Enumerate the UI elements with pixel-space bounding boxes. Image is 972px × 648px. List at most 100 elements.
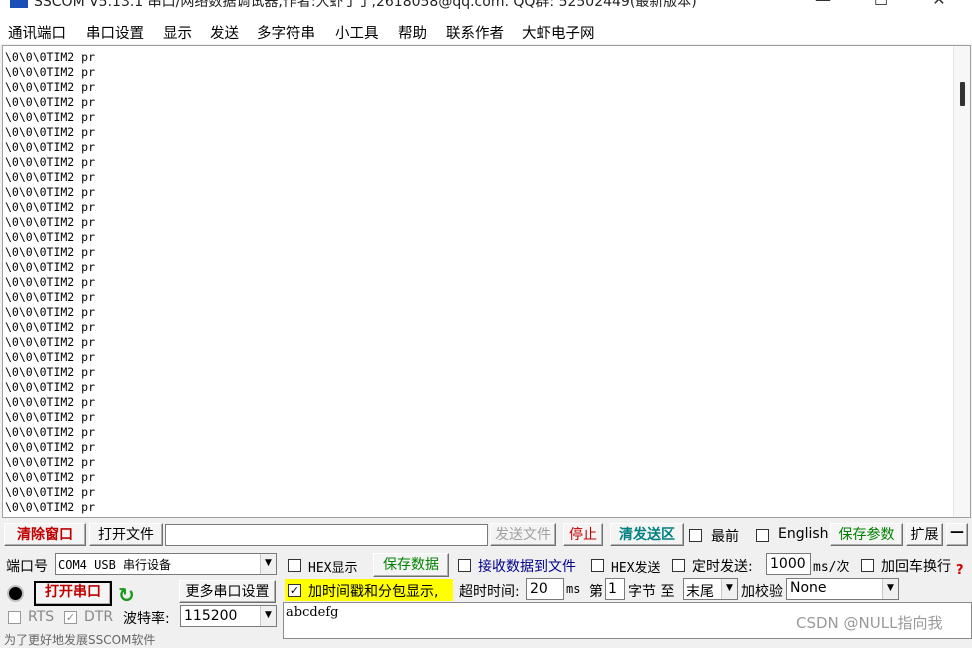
dtr-checkbox[interactable]: ✓ bbox=[64, 611, 77, 624]
end-select[interactable]: 末尾 ▼ bbox=[683, 578, 738, 600]
checksum-label: 加校验 bbox=[741, 584, 783, 600]
receive-line: \0\0\0TIM2 pr bbox=[5, 350, 96, 364]
send-file-button[interactable]: 发送文件 bbox=[490, 523, 556, 546]
receive-line: \0\0\0TIM2 pr bbox=[5, 470, 96, 484]
front-checkbox[interactable] bbox=[689, 529, 702, 542]
more-settings-button[interactable]: 更多串口设置 bbox=[179, 580, 276, 603]
receive-line: \0\0\0TIM2 pr bbox=[5, 110, 96, 124]
open-file-button[interactable]: 打开文件 bbox=[89, 523, 163, 546]
checksum-value: None bbox=[790, 580, 827, 596]
port-value: COM4 USB 串行设备 bbox=[58, 558, 172, 572]
hex-send-checkbox[interactable] bbox=[591, 559, 604, 572]
menu-contact-author[interactable]: 联系作者 bbox=[446, 22, 504, 43]
chevron-down-icon: ▼ bbox=[260, 606, 276, 626]
menu-bar: 通讯端口 串口设置 显示 发送 多字符串 小工具 帮助 联系作者 大虾电子网 bbox=[0, 20, 972, 44]
minimize-icon[interactable]: — bbox=[808, 0, 838, 10]
receive-line: \0\0\0TIM2 pr bbox=[5, 335, 96, 349]
hex-display-checkbox[interactable] bbox=[288, 559, 301, 572]
receive-line: \0\0\0TIM2 pr bbox=[5, 290, 96, 304]
baud-select[interactable]: 115200 ▼ bbox=[180, 605, 277, 627]
window-title: SSCOM V5.13.1 串口/网络数据调试器,作者:大虾丁丁,2618058… bbox=[34, 0, 697, 10]
byte-to-label: 字节 至 bbox=[628, 584, 675, 600]
timeout-input[interactable]: 20 bbox=[526, 578, 564, 600]
checksum-select[interactable]: None ▼ bbox=[786, 578, 899, 600]
end-value: 末尾 bbox=[686, 584, 714, 600]
interval-input[interactable]: 1000 bbox=[766, 553, 811, 575]
refresh-icon[interactable]: ↻ bbox=[118, 583, 135, 607]
timestamp-checkbox[interactable]: ✓ bbox=[288, 584, 301, 597]
rts-label: RTS bbox=[28, 609, 55, 625]
file-path-input[interactable] bbox=[165, 524, 488, 546]
dtr-label: DTR bbox=[84, 609, 114, 625]
receive-line: \0\0\0TIM2 pr bbox=[5, 140, 96, 154]
app-icon bbox=[10, 0, 28, 8]
receive-line: \0\0\0TIM2 pr bbox=[5, 440, 96, 454]
front-label: 最前 bbox=[711, 529, 739, 545]
menu-help[interactable]: 帮助 bbox=[398, 22, 427, 43]
rts-checkbox[interactable] bbox=[8, 611, 21, 624]
receive-line: \0\0\0TIM2 pr bbox=[5, 260, 96, 274]
baud-value: 115200 bbox=[184, 608, 238, 624]
port-select[interactable]: COM4 USB 串行设备 ▼ bbox=[55, 553, 277, 575]
receive-line: \0\0\0TIM2 pr bbox=[5, 185, 96, 199]
hex-display-label: HEX显示 bbox=[308, 561, 358, 576]
receive-area[interactable]: \0\0\0TIM2 pr \0\0\0TIM2 pr \0\0\0TIM2 pr \… bbox=[2, 45, 971, 518]
receive-line: \0\0\0TIM2 pr bbox=[5, 485, 96, 499]
receive-line: \0\0\0TIM2 pr bbox=[5, 395, 96, 409]
close-icon[interactable]: ✕ bbox=[924, 0, 954, 10]
menu-website[interactable]: 大虾电子网 bbox=[522, 22, 595, 43]
clear-window-button[interactable]: 清除窗口 bbox=[4, 523, 86, 546]
send-text: abcdefg bbox=[286, 605, 339, 620]
receive-line: \0\0\0TIM2 pr bbox=[5, 230, 96, 244]
receive-scrollbar[interactable] bbox=[953, 46, 970, 517]
menu-tools[interactable]: 小工具 bbox=[335, 22, 379, 43]
receive-line: \0\0\0TIM2 pr bbox=[5, 155, 96, 169]
receive-line: \0\0\0TIM2 pr bbox=[5, 275, 96, 289]
receive-line: \0\0\0TIM2 pr bbox=[5, 65, 96, 79]
scrollbar-thumb[interactable] bbox=[960, 82, 965, 106]
menu-send[interactable]: 发送 bbox=[210, 22, 239, 43]
menu-multi-string[interactable]: 多字符串 bbox=[257, 22, 315, 43]
help-icon[interactable]: ? bbox=[956, 563, 964, 578]
receive-lines: \0\0\0TIM2 pr \0\0\0TIM2 pr \0\0\0TIM2 pr \… bbox=[5, 50, 95, 515]
receive-line: \0\0\0TIM2 pr bbox=[5, 80, 96, 94]
english-label: English bbox=[778, 526, 829, 542]
clear-send-button[interactable]: 清发送区 bbox=[610, 523, 684, 546]
bottom-hint: 为了更好地发展SSCOM软件 bbox=[4, 633, 156, 647]
english-checkbox[interactable] bbox=[756, 529, 769, 542]
receive-line: \0\0\0TIM2 pr bbox=[5, 245, 96, 259]
nth-input[interactable]: 1 bbox=[605, 578, 625, 600]
timestamp-label: 加时间戳和分包显示, bbox=[308, 584, 439, 600]
receive-line: \0\0\0TIM2 pr bbox=[5, 380, 96, 394]
save-params-button[interactable]: 保存参数 bbox=[830, 523, 903, 546]
receive-line: \0\0\0TIM2 pr bbox=[5, 410, 96, 424]
menu-serial-settings[interactable]: 串口设置 bbox=[86, 22, 144, 43]
receive-line: \0\0\0TIM2 pr bbox=[5, 455, 96, 469]
hex-send-label: HEX发送 bbox=[611, 561, 661, 576]
chevron-down-icon: ▼ bbox=[882, 579, 898, 599]
record-icon bbox=[7, 585, 24, 602]
add-crlf-checkbox[interactable] bbox=[861, 559, 874, 572]
receive-line: \0\0\0TIM2 pr bbox=[5, 200, 96, 214]
menu-display[interactable]: 显示 bbox=[163, 22, 192, 43]
timed-send-label: 定时发送: bbox=[692, 559, 753, 575]
receive-line: \0\0\0TIM2 pr bbox=[5, 320, 96, 334]
menu-comm-port[interactable]: 通讯端口 bbox=[8, 22, 66, 43]
receive-line: \0\0\0TIM2 pr bbox=[5, 305, 96, 319]
title-bar[interactable]: SSCOM V5.13.1 串口/网络数据调试器,作者:大虾丁丁,2618058… bbox=[0, 0, 972, 20]
save-data-button[interactable]: 保存数据 bbox=[373, 553, 449, 577]
receive-line: \0\0\0TIM2 pr bbox=[5, 125, 96, 139]
add-crlf-label: 加回车换行 bbox=[881, 559, 951, 575]
expand-button[interactable]: 扩展 bbox=[906, 523, 943, 546]
maximize-icon[interactable]: ☐ bbox=[866, 0, 896, 10]
receive-line: \0\0\0TIM2 pr bbox=[5, 365, 96, 379]
receive-line: \0\0\0TIM2 pr bbox=[5, 425, 96, 439]
collapse-button[interactable]: — bbox=[946, 523, 968, 546]
watermark: CSDN @NULL指向我 bbox=[796, 614, 943, 632]
receive-line: \0\0\0TIM2 pr bbox=[5, 50, 96, 64]
open-port-button[interactable]: 打开串口 bbox=[34, 581, 112, 606]
stop-button[interactable]: 停止 bbox=[563, 523, 603, 546]
recv-to-file-checkbox[interactable] bbox=[458, 559, 471, 572]
timed-send-checkbox[interactable] bbox=[672, 559, 685, 572]
chevron-down-icon: ▼ bbox=[721, 579, 737, 599]
